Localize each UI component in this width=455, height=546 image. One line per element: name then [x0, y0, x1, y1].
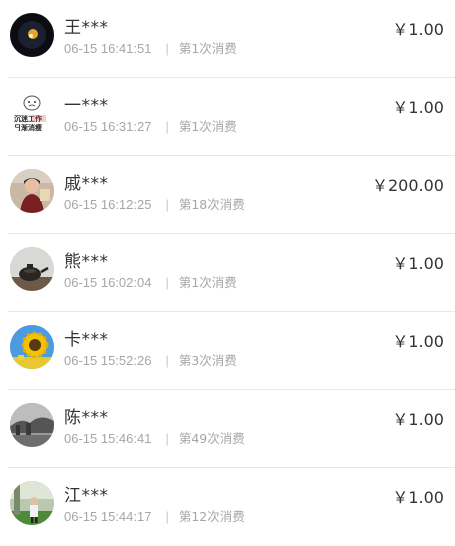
purchase-time: 06-15 15:46:41 — [64, 431, 152, 446]
purchase-amount: ￥1.00 — [392, 332, 444, 351]
record-meta: 06-15 16:12:25 | 第18次消费 — [64, 194, 245, 213]
separator: | — [165, 431, 169, 446]
list-item[interactable]: 戚*** 06-15 16:12:25 | 第18次消费 ￥200.00 — [8, 156, 455, 234]
separator: | — [165, 119, 169, 134]
purchase-amount: ￥1.00 — [392, 254, 444, 273]
purchase-time: 06-15 16:31:27 — [64, 119, 152, 134]
purchase-amount: ￥1.00 — [392, 98, 444, 117]
customer-name: 卡*** — [64, 330, 109, 350]
purchase-count: 第3次消费 — [178, 353, 237, 368]
customer-name: 一*** — [64, 96, 109, 116]
purchase-count: 第1次消费 — [178, 41, 237, 56]
purchase-time: 06-15 15:44:17 — [64, 509, 152, 524]
purchase-time: 06-15 16:41:51 — [64, 41, 152, 56]
list-item[interactable]: 王*** 06-15 16:41:51 | 第1次消费 ￥1.00 — [8, 0, 455, 78]
separator: | — [165, 353, 169, 368]
purchase-amount: ￥200.00 — [372, 176, 444, 195]
list-item[interactable]: 卡*** 06-15 15:52:26 | 第3次消费 ￥1.00 — [8, 312, 455, 390]
purchase-amount: ￥1.00 — [392, 20, 444, 39]
dark-night-avatar[interactable] — [10, 13, 54, 57]
purchase-amount: ￥1.00 — [392, 410, 444, 429]
purchase-count: 第12次消费 — [178, 509, 245, 524]
separator: | — [165, 41, 169, 56]
customer-name: 江*** — [64, 486, 109, 506]
purchase-count: 第18次消费 — [178, 197, 245, 212]
list-item[interactable]: 熊*** 06-15 16:02:04 | 第1次消费 ￥1.00 — [8, 234, 455, 312]
separator: | — [165, 509, 169, 524]
gray-landscape-avatar[interactable] — [10, 403, 54, 447]
customer-name: 王*** — [64, 18, 109, 38]
list-item[interactable]: 陈*** 06-15 15:46:41 | 第49次消费 ￥1.00 — [8, 390, 455, 468]
record-meta: 06-15 15:46:41 | 第49次消费 — [64, 428, 245, 447]
separator: | — [165, 197, 169, 212]
cartoon-text-avatar[interactable]: 沉迷工作 日渐消瘦 — [10, 91, 54, 135]
list-item[interactable]: 江*** 06-15 15:44:17 | 第12次消费 ￥1.00 — [8, 468, 455, 546]
purchase-amount: ￥1.00 — [392, 488, 444, 507]
record-meta: 06-15 16:02:04 | 第1次消费 — [64, 272, 237, 291]
purchase-time: 06-15 16:02:04 — [64, 275, 152, 290]
person-photo-avatar[interactable] — [10, 169, 54, 213]
customer-name: 熊*** — [64, 252, 109, 272]
record-meta: 06-15 16:31:27 | 第1次消费 — [64, 116, 237, 135]
record-meta: 06-15 15:44:17 | 第12次消费 — [64, 506, 245, 525]
list-item[interactable]: 沉迷工作 日渐消瘦 一*** 06-15 16:31:27 | 第1次消费 ￥1.0… — [8, 78, 455, 156]
purchase-count: 第1次消费 — [178, 275, 237, 290]
avatar-caption-2: 日渐消瘦 — [14, 123, 42, 132]
purchase-record-list: 王*** 06-15 16:41:51 | 第1次消费 ￥1.00 沉迷工作 日渐消… — [0, 0, 455, 546]
purchase-count: 第49次消费 — [178, 431, 245, 446]
customer-name: 戚*** — [64, 174, 109, 194]
customer-name: 陈*** — [64, 408, 109, 428]
separator: | — [165, 275, 169, 290]
sunflower-avatar[interactable] — [10, 325, 54, 369]
record-meta: 06-15 16:41:51 | 第1次消费 — [64, 38, 237, 57]
purchase-count: 第1次消费 — [178, 119, 237, 134]
purchase-time: 06-15 15:52:26 — [64, 353, 152, 368]
teapot-avatar[interactable] — [10, 247, 54, 291]
outdoor-person-avatar[interactable] — [10, 481, 54, 525]
purchase-time: 06-15 16:12:25 — [64, 197, 152, 212]
record-meta: 06-15 15:52:26 | 第3次消费 — [64, 350, 237, 369]
